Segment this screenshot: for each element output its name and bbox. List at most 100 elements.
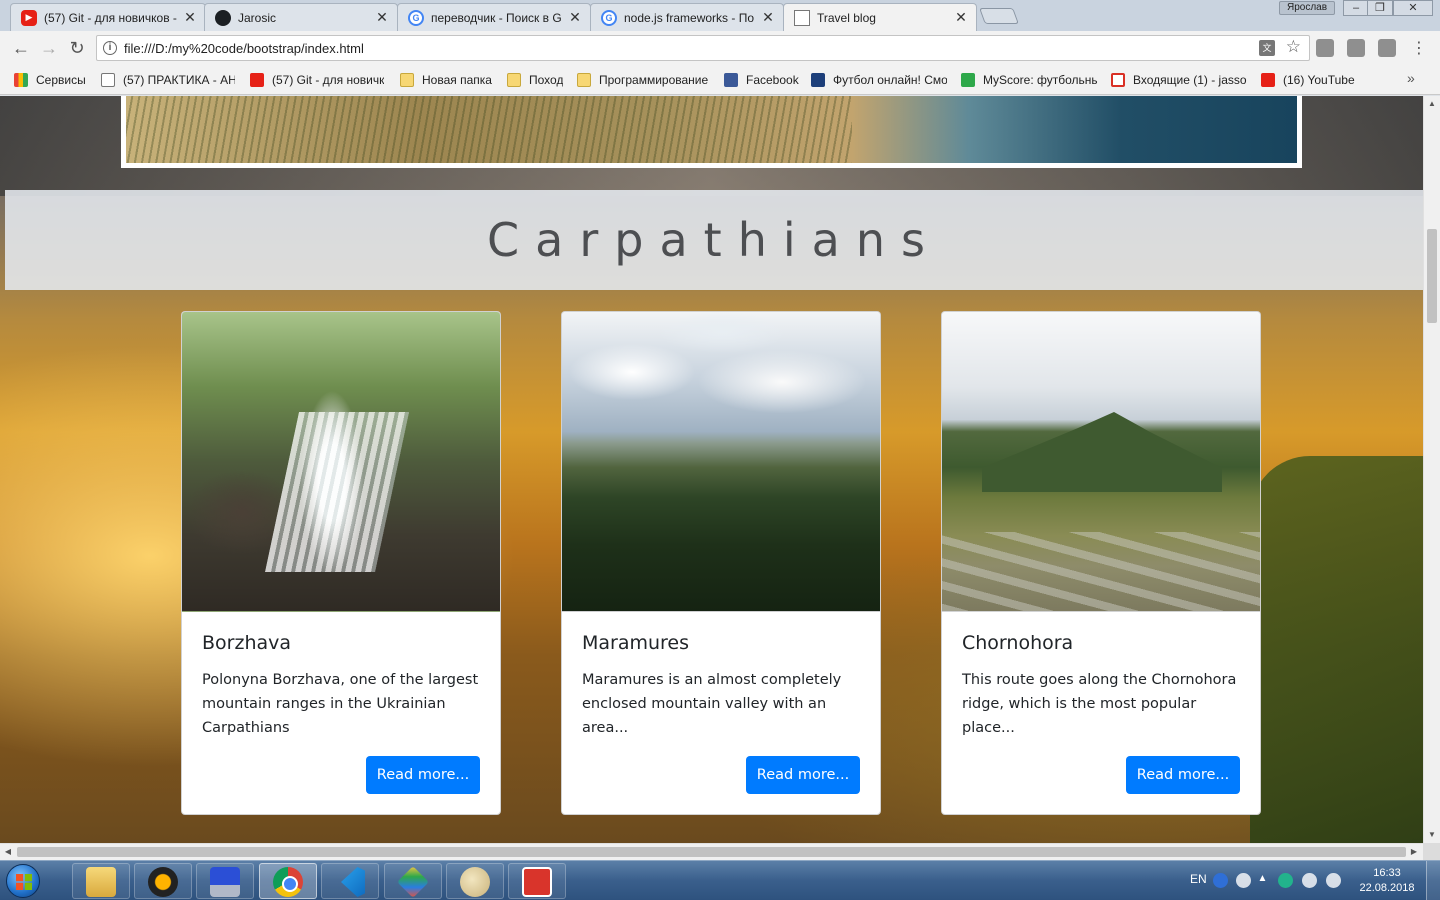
browser-tab-strip: ▶ (57) Git - для новичков - ✕ Jarosic ✕ … <box>0 0 1440 31</box>
bookmark-item[interactable]: Программирование <box>577 71 715 89</box>
show-hidden-icons-icon[interactable]: ▲ <box>1255 873 1270 888</box>
tab-translator-search[interactable]: G переводчик - Поиск в G ✕ <box>397 3 591 31</box>
bookmark-item[interactable]: Новая папка <box>400 71 496 89</box>
close-icon[interactable]: ✕ <box>954 9 968 26</box>
card-borzhava: Borzhava Polonyna Borzhava, one of the l… <box>181 311 501 815</box>
bookmark-item[interactable]: Входящие (1) - jasso <box>1111 71 1247 89</box>
back-icon[interactable]: ← <box>9 36 33 60</box>
address-url[interactable]: file:///D:/my%20code/bootstrap/index.htm… <box>124 41 364 56</box>
taskbar-explorer[interactable] <box>72 863 130 899</box>
menu-icon[interactable]: ⋮ <box>1411 38 1427 58</box>
help-icon[interactable] <box>1213 873 1228 888</box>
scroll-thumb[interactable] <box>1427 229 1437 323</box>
card-image <box>942 312 1260 612</box>
reload-icon[interactable]: ↻ <box>65 36 89 60</box>
taskbar-red-app[interactable] <box>508 863 566 899</box>
gmail-icon <box>1111 73 1125 87</box>
extension-icon[interactable] <box>1347 39 1365 57</box>
address-bar[interactable]: i file:///D:/my%20code/bootstrap/index.h… <box>96 35 1310 61</box>
tab-jarosic[interactable]: Jarosic ✕ <box>204 3 398 31</box>
display-tray-icon[interactable] <box>1302 873 1317 888</box>
facebook-icon <box>724 73 738 87</box>
extension-icon[interactable] <box>1378 39 1396 57</box>
bookmark-label: Поход <box>529 73 564 87</box>
bookmark-star-icon[interactable]: ☆ <box>1286 37 1301 57</box>
google-icon: G <box>408 9 424 26</box>
card-image <box>562 312 880 612</box>
tab-travel-blog[interactable]: Travel blog ✕ <box>783 3 977 31</box>
card-image <box>182 312 500 612</box>
vertical-scrollbar[interactable]: ▲ ▼ <box>1423 96 1440 843</box>
read-more-button[interactable]: Read more... <box>1126 756 1240 794</box>
bookmark-item[interactable]: Facebook <box>724 71 802 89</box>
app-tray-icon[interactable] <box>1278 873 1293 888</box>
close-icon[interactable]: ✕ <box>375 9 389 26</box>
tab-git-video[interactable]: ▶ (57) Git - для новичков - ✕ <box>10 3 206 31</box>
apps-icon <box>14 73 28 87</box>
taskbar-paint[interactable] <box>446 863 504 899</box>
new-tab-button[interactable] <box>979 8 1019 24</box>
clock-time: 16:33 <box>1373 867 1401 879</box>
start-button[interactable] <box>6 864 40 898</box>
paint-icon <box>460 867 490 897</box>
card-title: Maramures <box>582 632 690 654</box>
close-icon[interactable]: ✕ <box>568 9 582 26</box>
extension-icon[interactable] <box>1316 39 1334 57</box>
bookmark-label: Входящие (1) - jasso <box>1133 73 1247 87</box>
taskbar: EN ▲ 16:33 22.08.2018 <box>0 860 1440 900</box>
card-title: Chornohora <box>962 632 1074 654</box>
close-icon[interactable]: ✕ <box>761 9 775 26</box>
tab-nodejs-search[interactable]: G node.js frameworks - По ✕ <box>590 3 784 31</box>
card-title: Borzhava <box>202 632 292 654</box>
bookmark-item[interactable]: (57) Git - для новичк <box>250 71 386 89</box>
section-header: Carpathians <box>5 190 1423 290</box>
profile-button[interactable]: Ярослав <box>1279 1 1335 15</box>
clock-date: 22.08.2018 <box>1359 882 1415 894</box>
read-more-button[interactable]: Read more... <box>366 756 480 794</box>
bookmark-item[interactable]: Футбол онлайн! Смо <box>811 71 947 89</box>
bookmark-item[interactable]: Поход <box>507 71 567 89</box>
scroll-left-icon[interactable]: ◀ <box>0 844 16 860</box>
forward-icon[interactable]: → <box>37 36 61 60</box>
taskbar-git[interactable] <box>384 863 442 899</box>
bookmarks-overflow-icon[interactable]: » <box>1407 70 1415 86</box>
scroll-up-icon[interactable]: ▲ <box>1424 96 1440 112</box>
system-clock[interactable]: 16:33 22.08.2018 <box>1356 866 1418 896</box>
bookmark-label: Программирование <box>599 73 709 87</box>
info-icon[interactable]: i <box>103 41 117 55</box>
taskbar-vscode[interactable] <box>321 863 379 899</box>
hero-image <box>121 96 1302 168</box>
bookmark-label: (57) ПРАКТИКА - АН <box>123 73 235 87</box>
minimize-icon[interactable]: – <box>1343 0 1369 16</box>
taskbar-aimp[interactable] <box>134 863 192 899</box>
bookmark-item[interactable]: MyScore: футбольны <box>961 71 1097 89</box>
show-desktop-button[interactable] <box>1426 861 1440 900</box>
horizontal-scrollbar[interactable]: ◀ ▶ <box>0 843 1423 860</box>
explorer-icon <box>86 867 116 897</box>
close-window-icon[interactable]: ✕ <box>1393 0 1433 16</box>
bookmark-item[interactable]: (57) ПРАКТИКА - АН <box>101 71 235 89</box>
bookmark-label: Facebook <box>746 73 799 87</box>
network-tray-icon[interactable] <box>1236 873 1251 888</box>
scroll-thumb[interactable] <box>17 847 1406 857</box>
restore-icon[interactable]: ❐ <box>1367 0 1393 16</box>
bookmark-item[interactable]: Сервисы <box>14 71 94 89</box>
card-text: Polonyna Borzhava, one of the largest mo… <box>202 672 479 736</box>
bookmark-label: (57) Git - для новичк <box>272 73 385 87</box>
page-icon <box>101 73 115 87</box>
tab-title: переводчик - Поиск в G <box>431 10 562 25</box>
scroll-down-icon[interactable]: ▼ <box>1424 827 1440 843</box>
taskbar-save[interactable] <box>196 863 254 899</box>
taskbar-chrome[interactable] <box>259 863 317 899</box>
section-title: Carpathians <box>487 213 941 267</box>
read-more-button[interactable]: Read more... <box>746 756 860 794</box>
github-icon <box>215 9 231 26</box>
language-indicator[interactable]: EN <box>1190 872 1207 886</box>
scroll-right-icon[interactable]: ▶ <box>1406 844 1422 860</box>
translate-icon[interactable]: 文 <box>1259 40 1275 56</box>
vscode-icon <box>341 867 365 897</box>
close-icon[interactable]: ✕ <box>183 9 197 26</box>
bookmark-item[interactable]: (16) YouTube <box>1261 71 1361 89</box>
folder-icon <box>577 73 591 87</box>
volume-icon[interactable] <box>1326 873 1341 888</box>
